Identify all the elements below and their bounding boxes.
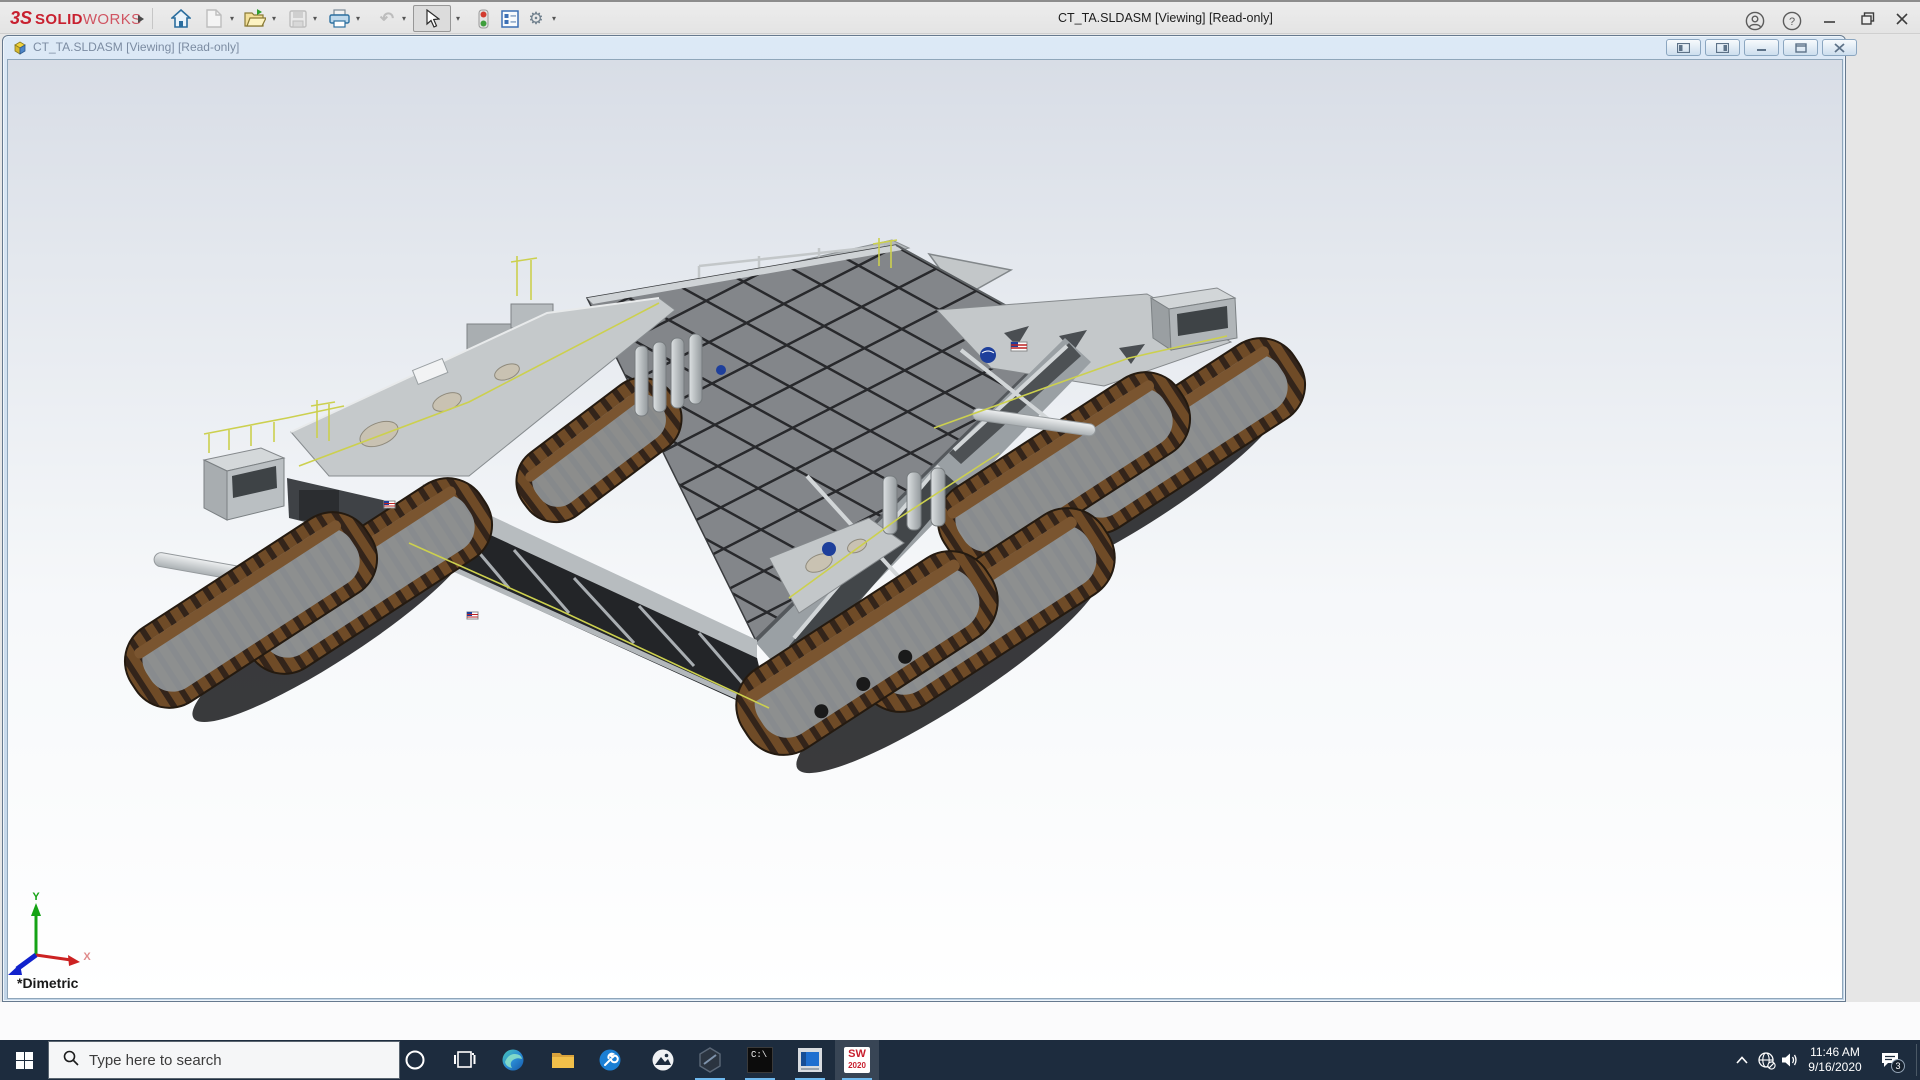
right-cab: [1149, 287, 1238, 351]
search-input[interactable]: [89, 1051, 369, 1069]
taskbar: C:\ SW 2020: [0, 1040, 1920, 1080]
desktop: 3S SOLID WORKS ▾ ▾ ▾ ▾ ↶ ▾ ▾ ⚙ ▾ CT_TA.S…: [0, 0, 1920, 1080]
edge-browser-icon[interactable]: [491, 1040, 535, 1080]
close-button[interactable]: [1884, 2, 1920, 35]
us-flag-decal-left: [383, 500, 396, 509]
restore-button[interactable]: [1850, 2, 1886, 35]
toolbar-separator: [152, 8, 153, 29]
search-icon: [63, 1050, 79, 1071]
sw-year: 2020: [848, 1061, 866, 1070]
logo-mark: 3S: [10, 8, 33, 28]
print-button[interactable]: [326, 5, 352, 32]
photos-icon[interactable]: [641, 1040, 685, 1080]
file-explorer-icon[interactable]: [541, 1040, 585, 1080]
new-document-caret[interactable]: ▾: [226, 5, 238, 32]
assembly-icon: [12, 39, 29, 61]
app-title: CT_TA.SLDASM [Viewing] [Read-only]: [1058, 11, 1273, 25]
minimize-button[interactable]: [1812, 2, 1848, 35]
toggle-right-pane-button[interactable]: [1705, 39, 1740, 56]
orientation-triad: Y X: [8, 891, 91, 975]
help-icon[interactable]: ?: [1779, 7, 1805, 34]
network-globe-icon[interactable]: [1754, 1040, 1778, 1080]
sw-glyph: SW: [848, 1048, 866, 1060]
settings-wrench-icon[interactable]: [588, 1040, 632, 1080]
app-titlebar: 3S SOLID WORKS ▾ ▾ ▾ ▾ ↶ ▾ ▾ ⚙ ▾ CT_TA.S…: [0, 0, 1920, 34]
doc-close-button[interactable]: [1822, 39, 1857, 56]
command-prompt-icon[interactable]: C:\: [738, 1040, 782, 1080]
open-caret[interactable]: ▾: [268, 5, 280, 32]
start-button[interactable]: [0, 1040, 48, 1080]
tray-time: 11:46 AM: [1810, 1045, 1860, 1059]
doc-restore-button[interactable]: [1783, 39, 1818, 56]
doc-minimize-button[interactable]: [1744, 39, 1779, 56]
save-button[interactable]: [285, 5, 311, 32]
us-flag-decal-mid: [466, 611, 479, 620]
crawler-transporter-model: Y X *Dimetric: [8, 238, 1307, 991]
show-desktop-button[interactable]: [1916, 1044, 1917, 1076]
mdi-client-area: CT_TA.SLDASM [Viewing] [Read-only] Y X *…: [0, 35, 1920, 1040]
left-cab: [202, 447, 286, 521]
options-gear-button[interactable]: ⚙: [523, 5, 549, 32]
options-caret[interactable]: ▾: [548, 5, 560, 32]
toggle-left-pane-button[interactable]: [1666, 39, 1701, 56]
menu-expand-arrow-icon[interactable]: [128, 5, 154, 32]
document-titlebar[interactable]: CT_TA.SLDASM [Viewing] [Read-only]: [3, 36, 1857, 61]
save-caret[interactable]: ▾: [309, 5, 321, 32]
tray-date: 9/16/2020: [1808, 1060, 1862, 1074]
account-icon[interactable]: [1742, 7, 1768, 34]
select-tool-caret[interactable]: ▾: [452, 5, 464, 32]
triad-x-label: X: [83, 951, 91, 963]
new-document-button[interactable]: [201, 5, 227, 32]
us-flag-decal: [1010, 341, 1028, 352]
select-tool-button[interactable]: [413, 5, 451, 32]
document-window: CT_TA.SLDASM [Viewing] [Read-only] Y X *…: [2, 35, 1857, 1002]
suspension-cylinders-front: [882, 467, 946, 535]
open-button[interactable]: [242, 5, 268, 32]
undo-caret[interactable]: ▾: [398, 5, 410, 32]
print-caret[interactable]: ▾: [352, 5, 364, 32]
taskbar-search[interactable]: [48, 1041, 400, 1079]
action-center-icon[interactable]: 3: [1872, 1040, 1908, 1080]
solidworks-app-icon[interactable]: SW 2020: [835, 1040, 879, 1080]
view-orientation-label: *Dimetric: [17, 975, 79, 991]
triad-y-label: Y: [32, 891, 40, 903]
tray-clock[interactable]: 11:46 AM 9/16/2020: [1800, 1045, 1870, 1075]
home-button[interactable]: [168, 5, 194, 32]
task-view-icon[interactable]: [443, 1040, 487, 1080]
remote-window-app-icon[interactable]: [788, 1040, 832, 1080]
cortana-icon[interactable]: [393, 1040, 437, 1080]
document-title: CT_TA.SLDASM [Viewing] [Read-only]: [33, 40, 240, 54]
tray-chevron-icon[interactable]: [1730, 1040, 1754, 1080]
statusbar-area: [0, 1002, 1920, 1040]
hexagon-app-icon[interactable]: [688, 1040, 732, 1080]
undo-button[interactable]: ↶: [374, 5, 400, 32]
svg-text:?: ?: [1789, 16, 1795, 28]
design-report-button[interactable]: [497, 5, 523, 32]
solidworks-logo: 3S SOLID WORKS: [10, 8, 142, 28]
cmd-glyph: C:\: [747, 1047, 773, 1073]
notification-badge: 3: [1891, 1059, 1905, 1073]
rebuild-stoplight-icon[interactable]: [470, 5, 496, 32]
volume-icon[interactable]: [1778, 1040, 1802, 1080]
graphics-viewport[interactable]: Y X *Dimetric: [7, 59, 1843, 999]
